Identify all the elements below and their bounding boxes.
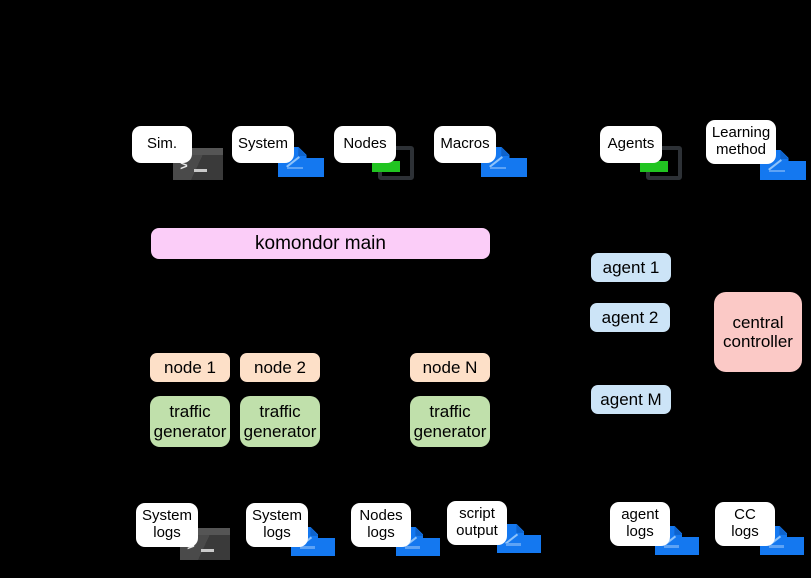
input-file-label-agents[interactable]: Agents <box>600 126 662 163</box>
input-file-label-nodes[interactable]: Nodes <box>334 126 396 163</box>
output-file-label-system-logs-terminal[interactable]: System logs <box>136 503 198 547</box>
traffic-generator-box-n[interactable]: traffic generator <box>410 396 490 447</box>
output-file-label-script-output[interactable]: script output <box>447 501 507 545</box>
output-file-label-agent-logs[interactable]: agent logs <box>610 502 670 546</box>
input-file-label-macros[interactable]: Macros <box>434 126 496 163</box>
agent-box-2[interactable]: agent 2 <box>590 303 670 332</box>
node-box-2[interactable]: node 2 <box>240 353 320 382</box>
agent-box-1[interactable]: agent 1 <box>591 253 671 282</box>
node-box-1[interactable]: node 1 <box>150 353 230 382</box>
output-file-label-system-logs[interactable]: System logs <box>246 503 308 547</box>
komondor-main-box[interactable]: komondor main <box>151 228 490 259</box>
input-file-label-sim[interactable]: Sim. <box>132 126 192 163</box>
traffic-generator-box-1[interactable]: traffic generator <box>150 396 230 447</box>
agent-box-m[interactable]: agent M <box>591 385 671 414</box>
input-file-label-system[interactable]: System <box>232 126 294 163</box>
central-controller-box[interactable]: central controller <box>714 292 802 372</box>
input-file-label-learning-method[interactable]: Learning method <box>706 120 776 164</box>
output-file-label-nodes-logs[interactable]: Nodes logs <box>351 503 411 547</box>
output-file-label-cc-logs[interactable]: CC logs <box>715 502 775 546</box>
traffic-generator-box-2[interactable]: traffic generator <box>240 396 320 447</box>
diagram-canvas: Sim. > System Nodes Macros Agents Learni… <box>0 0 811 578</box>
node-box-n[interactable]: node N <box>410 353 490 382</box>
